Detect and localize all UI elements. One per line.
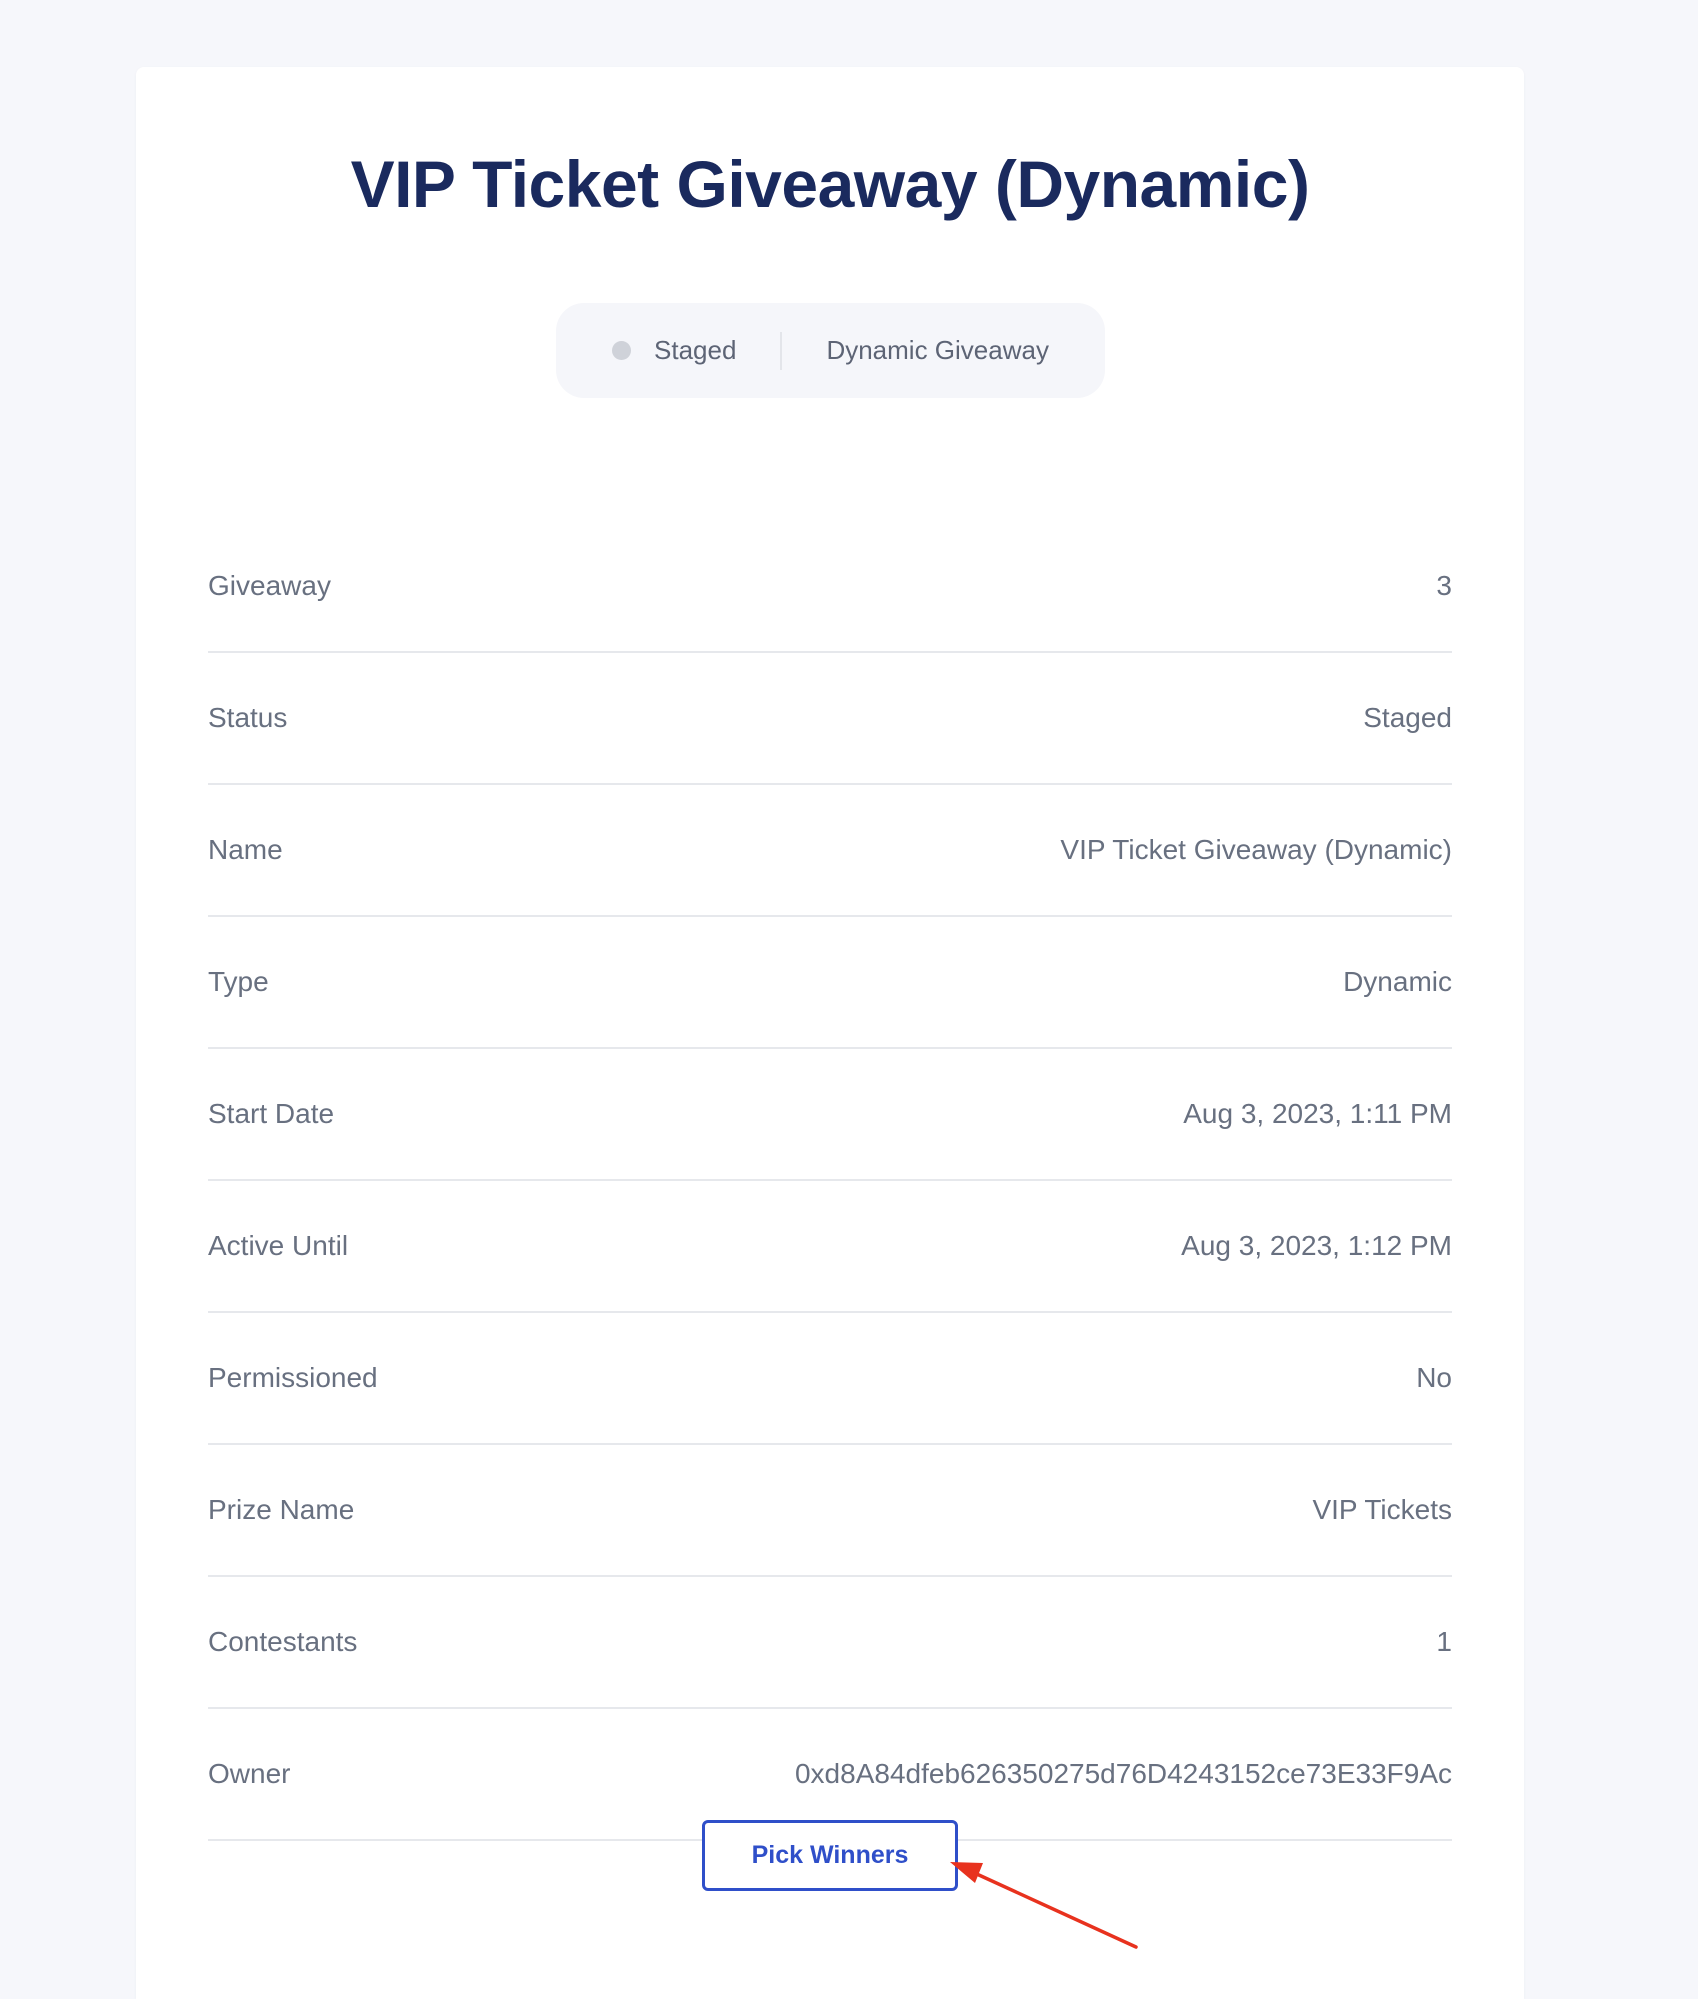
- detail-label: Prize Name: [208, 1494, 355, 1525]
- pick-winners-button[interactable]: Pick Winners: [702, 1820, 958, 1891]
- detail-value: Aug 3, 2023, 1:11 PM: [1183, 1098, 1452, 1129]
- detail-row-status: Status Staged: [208, 653, 1452, 785]
- detail-value: VIP Tickets: [1312, 1494, 1452, 1525]
- detail-label: Type: [208, 966, 269, 997]
- pill-divider: [780, 331, 783, 370]
- detail-label: Permissioned: [208, 1362, 378, 1393]
- pill-status: Staged: [612, 335, 780, 366]
- detail-value: No: [1416, 1362, 1452, 1393]
- detail-row-name: Name VIP Ticket Giveaway (Dynamic): [208, 785, 1452, 917]
- detail-row-permissioned: Permissioned No: [208, 1313, 1452, 1445]
- detail-label: Giveaway: [208, 570, 331, 601]
- detail-row-type: Type Dynamic: [208, 917, 1452, 1049]
- detail-row-active-until: Active Until Aug 3, 2023, 1:12 PM: [208, 1181, 1452, 1313]
- detail-label: Name: [208, 834, 283, 865]
- detail-value: VIP Ticket Giveaway (Dynamic): [1060, 834, 1452, 865]
- detail-row-prize-name: Prize Name VIP Tickets: [208, 1445, 1452, 1577]
- detail-row-start-date: Start Date Aug 3, 2023, 1:11 PM: [208, 1049, 1452, 1181]
- detail-value: Aug 3, 2023, 1:12 PM: [1181, 1230, 1452, 1261]
- detail-row-giveaway: Giveaway 3: [208, 521, 1452, 653]
- detail-row-contestants: Contestants 1: [208, 1577, 1452, 1709]
- giveaway-card: VIP Ticket Giveaway (Dynamic) Staged Dyn…: [136, 67, 1524, 1999]
- detail-label: Contestants: [208, 1626, 358, 1657]
- detail-value: Staged: [1363, 702, 1452, 733]
- pill-status-label: Staged: [654, 335, 737, 365]
- page-title: VIP Ticket Giveaway (Dynamic): [350, 147, 1310, 221]
- detail-label: Status: [208, 702, 288, 733]
- status-pill: Staged Dynamic Giveaway: [556, 303, 1105, 398]
- detail-value: Dynamic: [1343, 966, 1452, 997]
- pill-type-label: Dynamic Giveaway: [826, 335, 1049, 365]
- status-dot-icon: [612, 341, 632, 360]
- detail-label: Owner: [208, 1758, 291, 1789]
- detail-value: 3: [1436, 570, 1452, 601]
- detail-value: 0xd8A84dfeb626350275d76D4243152ce73E33F9…: [794, 1758, 1452, 1789]
- detail-label: Start Date: [208, 1098, 335, 1129]
- details-list: Giveaway 3 Status Staged Name VIP Ticket…: [208, 521, 1452, 1841]
- detail-value: 1: [1436, 1626, 1452, 1657]
- detail-label: Active Until: [208, 1230, 349, 1261]
